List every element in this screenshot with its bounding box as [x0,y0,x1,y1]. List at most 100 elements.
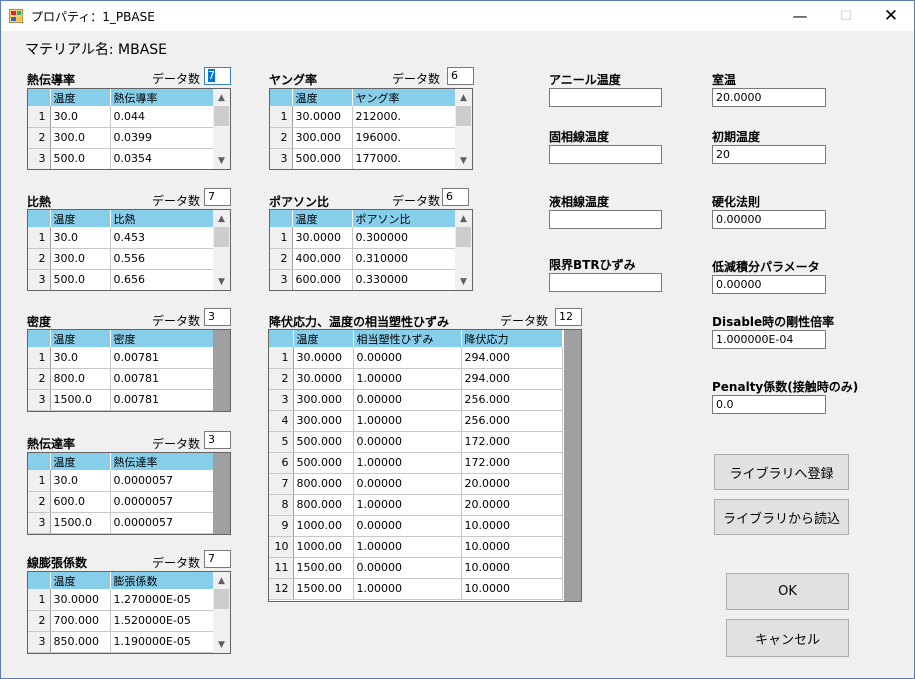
row-header[interactable]: 2 [270,127,293,149]
scroll-down-icon[interactable]: ▼ [213,152,230,169]
table-row[interactable]: 7 800.000 0.00000 20.0000 [269,473,563,495]
column-header[interactable] [270,210,293,227]
yield-count-input[interactable]: 12 [555,308,582,326]
poisson-count-input[interactable]: 6 [442,188,469,206]
scroll-thumb[interactable] [456,106,471,126]
table-cell[interactable]: 300.0 [50,127,111,149]
table-cell[interactable]: 10.0000 [461,515,563,537]
table-row[interactable]: 9 1000.00 0.00000 10.0000 [269,515,563,537]
row-header[interactable]: 3 [28,269,51,290]
row-header[interactable]: 2 [28,368,51,390]
scroll-down-icon[interactable]: ▼ [213,273,230,290]
table-cell[interactable]: 0.00781 [110,389,214,411]
row-header[interactable]: 1 [269,347,294,369]
column-header[interactable] [28,89,51,106]
vertical-scrollbar[interactable]: ▲ ▼ [213,572,230,653]
table-cell[interactable]: 0.00000 [353,473,462,495]
table-cell[interactable]: 212000. [352,106,456,128]
scroll-up-icon[interactable]: ▲ [213,572,230,589]
liquidus-input[interactable] [549,210,662,229]
table-cell[interactable]: 1.270000E-05 [110,589,214,611]
row-header[interactable]: 1 [270,106,293,128]
column-header[interactable]: 熱伝導率 [110,89,214,106]
table-row[interactable]: 5 500.000 0.00000 172.000 [269,431,563,453]
table-cell[interactable]: 30.0000 [292,106,353,128]
table-cell[interactable]: 1000.00 [293,536,354,558]
table-cell[interactable]: 800.000 [293,494,354,516]
table-cell[interactable]: 0.330000 [352,269,456,290]
table-cell[interactable]: 1.00000 [353,368,462,390]
table-cell[interactable]: 256.000 [461,389,563,411]
table-cell[interactable]: 500.0 [50,269,111,290]
row-header[interactable]: 6 [269,452,294,474]
table-row[interactable]: 2 300.0 0.0399 [28,127,214,149]
table-row[interactable]: 2 600.0 0.0000057 [28,491,214,513]
column-header[interactable]: 温度 [50,453,111,470]
table-row[interactable]: 3 500.0 0.0354 [28,148,214,169]
btr-input[interactable] [549,273,662,292]
scroll-down-icon[interactable]: ▼ [213,636,230,653]
table-row[interactable]: 1 30.0000 0.00000 294.000 [269,347,563,369]
table-row[interactable]: 2 30.0000 1.00000 294.000 [269,368,563,390]
table-cell[interactable]: 0.0399 [110,127,214,149]
table-cell[interactable]: 0.656 [110,269,214,290]
table-cell[interactable]: 172.000 [461,452,563,474]
row-header[interactable]: 4 [269,410,294,432]
table-cell[interactable]: 30.0000 [50,589,111,611]
scroll-thumb[interactable] [214,227,229,247]
table-cell[interactable]: 600.0 [50,491,111,513]
table-cell[interactable]: 1.00000 [353,536,462,558]
table-cell[interactable]: 30.0 [50,347,111,369]
table-cell[interactable]: 10.0000 [461,536,563,558]
table-cell[interactable]: 800.000 [293,473,354,495]
row-header[interactable]: 1 [28,106,51,128]
table-row[interactable]: 1 30.0000 212000. [270,106,456,128]
table-row[interactable]: 3 850.000 1.190000E-05 [28,631,214,653]
row-header[interactable]: 2 [28,491,51,513]
table-cell[interactable]: 500.000 [293,431,354,453]
table-cell[interactable]: 0.453 [110,227,214,249]
vertical-scrollbar[interactable]: ▲ ▼ [455,210,472,290]
table-row[interactable]: 2 700.000 1.520000E-05 [28,610,214,632]
density-grid[interactable]: 温度 密度 1 30.0 0.00781 2 800.0 0.00781 3 1500.0 0.00… [27,329,231,412]
table-cell[interactable]: 294.000 [461,368,563,390]
table-cell[interactable]: 10.0000 [461,557,563,579]
table-cell[interactable]: 1000.00 [293,515,354,537]
title-bar[interactable]: プロパティ：1_PBASE — ☐ ✕ [1,1,914,31]
table-cell[interactable]: 300.000 [293,389,354,411]
table-cell[interactable]: 500.000 [293,452,354,474]
column-header[interactable]: 温度 [293,330,354,347]
column-header[interactable]: 熱伝達率 [110,453,214,470]
table-cell[interactable]: 300.000 [293,410,354,432]
row-header[interactable]: 10 [269,536,294,558]
table-cell[interactable]: 0.0000057 [110,512,214,534]
table-cell[interactable]: 1.520000E-05 [110,610,214,632]
scroll-thumb[interactable] [214,589,229,609]
column-header[interactable]: 比熱 [110,210,214,227]
table-cell[interactable]: 30.0 [50,227,111,249]
table-row[interactable]: 1 30.0 0.453 [28,227,214,249]
table-cell[interactable]: 1.190000E-05 [110,631,214,653]
table-cell[interactable]: 1500.0 [50,389,111,411]
table-row[interactable]: 12 1500.00 1.00000 10.0000 [269,578,563,600]
scroll-up-icon[interactable]: ▲ [455,210,472,227]
scroll-up-icon[interactable]: ▲ [213,89,230,106]
table-cell[interactable]: 700.000 [50,610,111,632]
column-header[interactable]: 密度 [110,330,214,347]
table-cell[interactable]: 0.00000 [353,515,462,537]
vertical-scrollbar[interactable]: ▲ ▼ [455,89,472,169]
table-cell[interactable]: 30.0000 [293,347,354,369]
column-header[interactable] [269,330,294,347]
column-header[interactable] [28,453,51,470]
table-cell[interactable]: 0.00781 [110,347,214,369]
table-cell[interactable]: 800.0 [50,368,111,390]
row-header[interactable]: 1 [270,227,293,249]
table-row[interactable]: 2 300.0 0.556 [28,248,214,270]
row-header[interactable]: 1 [28,589,51,611]
scroll-thumb[interactable] [456,227,471,247]
reduced-integration-input[interactable]: 0.00000 [712,275,826,294]
row-header[interactable]: 3 [28,148,51,169]
column-header[interactable] [270,89,293,106]
table-cell[interactable]: 0.0354 [110,148,214,169]
row-header[interactable]: 3 [270,148,293,169]
